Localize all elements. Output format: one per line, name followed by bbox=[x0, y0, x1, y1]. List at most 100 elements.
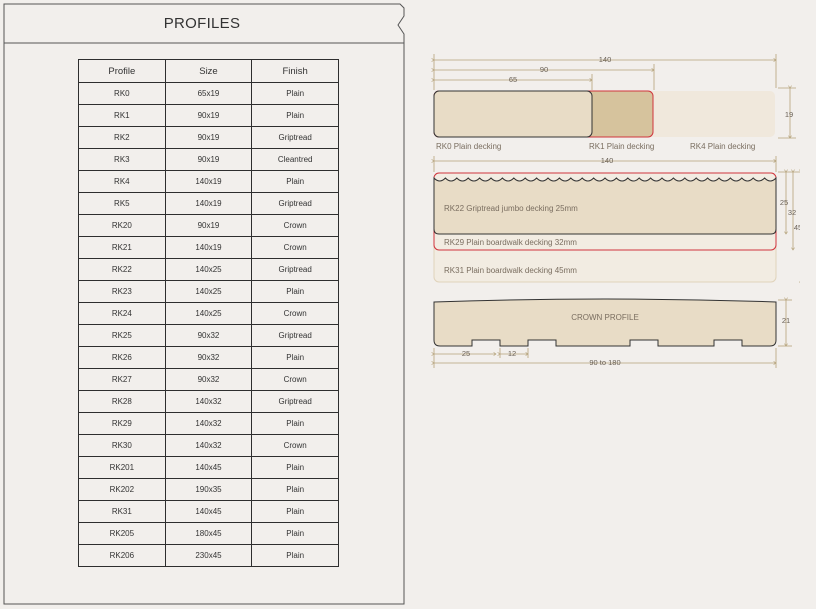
table-row: RK28 140x32 Griptread bbox=[78, 390, 339, 413]
cell-size: 140x32 bbox=[164, 434, 253, 457]
cell-finish: Griptread bbox=[251, 258, 339, 281]
cell-size: 140x32 bbox=[164, 412, 253, 435]
crown-profile-diagram: CROWN PROFILE 21 25 12 90 to 180 bbox=[434, 299, 792, 368]
cell-finish: Crown bbox=[251, 434, 339, 457]
cell-finish: Plain bbox=[251, 522, 339, 545]
cell-finish: Plain bbox=[251, 500, 339, 523]
cell-size: 90x19 bbox=[164, 214, 253, 237]
cell-profile: RK21 bbox=[78, 236, 166, 259]
cell-finish: Griptread bbox=[251, 126, 339, 149]
table-row: RK25 90x32 Griptread bbox=[78, 324, 339, 347]
cell-size: 140x19 bbox=[164, 192, 253, 215]
cell-size: 90x32 bbox=[164, 368, 253, 391]
cell-size: 140x25 bbox=[164, 258, 253, 281]
cell-finish: Crown bbox=[251, 302, 339, 325]
board-rk0 bbox=[433, 90, 593, 138]
cell-size: 65x19 bbox=[164, 82, 253, 105]
cell-size: 140x25 bbox=[164, 280, 253, 303]
cell-profile: RK2 bbox=[78, 126, 166, 149]
cell-finish: Plain bbox=[251, 280, 339, 303]
dim-90: 90 bbox=[540, 65, 548, 74]
column-header-size: Size bbox=[164, 59, 253, 83]
table-row: RK30 140x32 Crown bbox=[78, 434, 339, 457]
dim-crown-25: 25 bbox=[462, 349, 470, 358]
profiles-diagram: 140 90 65 19 RK0 Plain decking RK1 Plain… bbox=[420, 54, 800, 368]
cell-profile: RK202 bbox=[78, 478, 166, 501]
label-rk4: RK4 Plain decking bbox=[690, 142, 755, 151]
cell-profile: RK30 bbox=[78, 434, 166, 457]
table-row: RK21 140x19 Crown bbox=[78, 236, 339, 259]
cell-finish: Griptread bbox=[251, 324, 339, 347]
cell-size: 190x35 bbox=[164, 478, 253, 501]
cell-profile: RK31 bbox=[78, 500, 166, 523]
column-header-profile: Profile bbox=[78, 59, 166, 83]
cell-size: 140x25 bbox=[164, 302, 253, 325]
dim-25: 25 bbox=[780, 198, 788, 207]
table-row: RK4 140x19 Plain bbox=[78, 170, 339, 193]
dim-crown-range: 90 to 180 bbox=[589, 358, 620, 367]
dim-32: 32 bbox=[788, 208, 796, 217]
cell-profile: RK22 bbox=[78, 258, 166, 281]
crown-board bbox=[433, 298, 777, 347]
table-row: RK22 140x25 Griptread bbox=[78, 258, 339, 281]
label-rk1: RK1 Plain decking bbox=[589, 142, 654, 151]
cell-finish: Crown bbox=[251, 236, 339, 259]
cell-size: 90x19 bbox=[164, 148, 253, 171]
table-row: RK206 230x45 Plain bbox=[78, 544, 339, 567]
table-header-row: Profile Size Finish bbox=[78, 59, 339, 83]
cell-size: 90x32 bbox=[164, 324, 253, 347]
cell-profile: RK26 bbox=[78, 346, 166, 369]
cell-size: 180x45 bbox=[164, 522, 253, 545]
dim-45: 45 bbox=[794, 223, 800, 232]
cell-finish: Plain bbox=[251, 346, 339, 369]
cell-finish: Griptread bbox=[251, 390, 339, 413]
table-row: RK5 140x19 Griptread bbox=[78, 192, 339, 215]
cell-size: 140x32 bbox=[164, 390, 253, 413]
cell-profile: RK201 bbox=[78, 456, 166, 479]
cell-profile: RK25 bbox=[78, 324, 166, 347]
cell-size: 140x19 bbox=[164, 170, 253, 193]
cell-finish: Plain bbox=[251, 170, 339, 193]
dim-total-width: 140 bbox=[599, 55, 612, 64]
cell-profile: RK20 bbox=[78, 214, 166, 237]
cell-finish: Crown bbox=[251, 368, 339, 391]
table-row: RK27 90x32 Crown bbox=[78, 368, 339, 391]
table-row: RK23 140x25 Plain bbox=[78, 280, 339, 303]
cell-profile: RK29 bbox=[78, 412, 166, 435]
table-row: RK20 90x19 Crown bbox=[78, 214, 339, 237]
table-row: RK3 90x19 Cleantred bbox=[78, 148, 339, 171]
cell-finish: Crown bbox=[251, 214, 339, 237]
table-row: RK26 90x32 Plain bbox=[78, 346, 339, 369]
dim-65: 65 bbox=[509, 75, 517, 84]
cell-profile: RK3 bbox=[78, 148, 166, 171]
cell-profile: RK1 bbox=[78, 104, 166, 127]
label-rk22: RK22 Griptread jumbo decking 25mm bbox=[444, 204, 578, 213]
cell-finish: Plain bbox=[251, 456, 339, 479]
cell-size: 90x32 bbox=[164, 346, 253, 369]
cell-profile: RK0 bbox=[78, 82, 166, 105]
crown-title: CROWN PROFILE bbox=[571, 313, 639, 322]
cell-profile: RK24 bbox=[78, 302, 166, 325]
cell-size: 140x19 bbox=[164, 236, 253, 259]
profiles-table: Profile Size Finish RK0 65x19 Plain RK1 90x1… bbox=[78, 59, 339, 567]
dim-crown-21: 21 bbox=[782, 316, 790, 325]
column-header-finish: Finish bbox=[251, 59, 339, 83]
cell-finish: Griptread bbox=[251, 192, 339, 215]
table-row: RK205 180x45 Plain bbox=[78, 522, 339, 545]
cell-finish: Plain bbox=[251, 82, 339, 105]
table-row: RK29 140x32 Plain bbox=[78, 412, 339, 435]
table-row: RK202 190x35 Plain bbox=[78, 478, 339, 501]
plain-decking-diagram: 140 90 65 19 RK0 Plain decking RK1 Plain… bbox=[434, 54, 796, 151]
cell-finish: Plain bbox=[251, 478, 339, 501]
cell-size: 90x19 bbox=[164, 126, 253, 149]
table-row: RK24 140x25 Crown bbox=[78, 302, 339, 325]
cell-profile: RK4 bbox=[78, 170, 166, 193]
cell-profile: RK205 bbox=[78, 522, 166, 545]
table-row: RK31 140x45 Plain bbox=[78, 500, 339, 523]
table-row: RK0 65x19 Plain bbox=[78, 82, 339, 105]
table-row: RK2 90x19 Griptread bbox=[78, 126, 339, 149]
label-rk29: RK29 Plain boardwalk decking 32mm bbox=[444, 238, 577, 247]
dim-crown-12: 12 bbox=[508, 349, 516, 358]
cell-size: 230x45 bbox=[164, 544, 253, 567]
dim-19: 19 bbox=[785, 110, 793, 119]
